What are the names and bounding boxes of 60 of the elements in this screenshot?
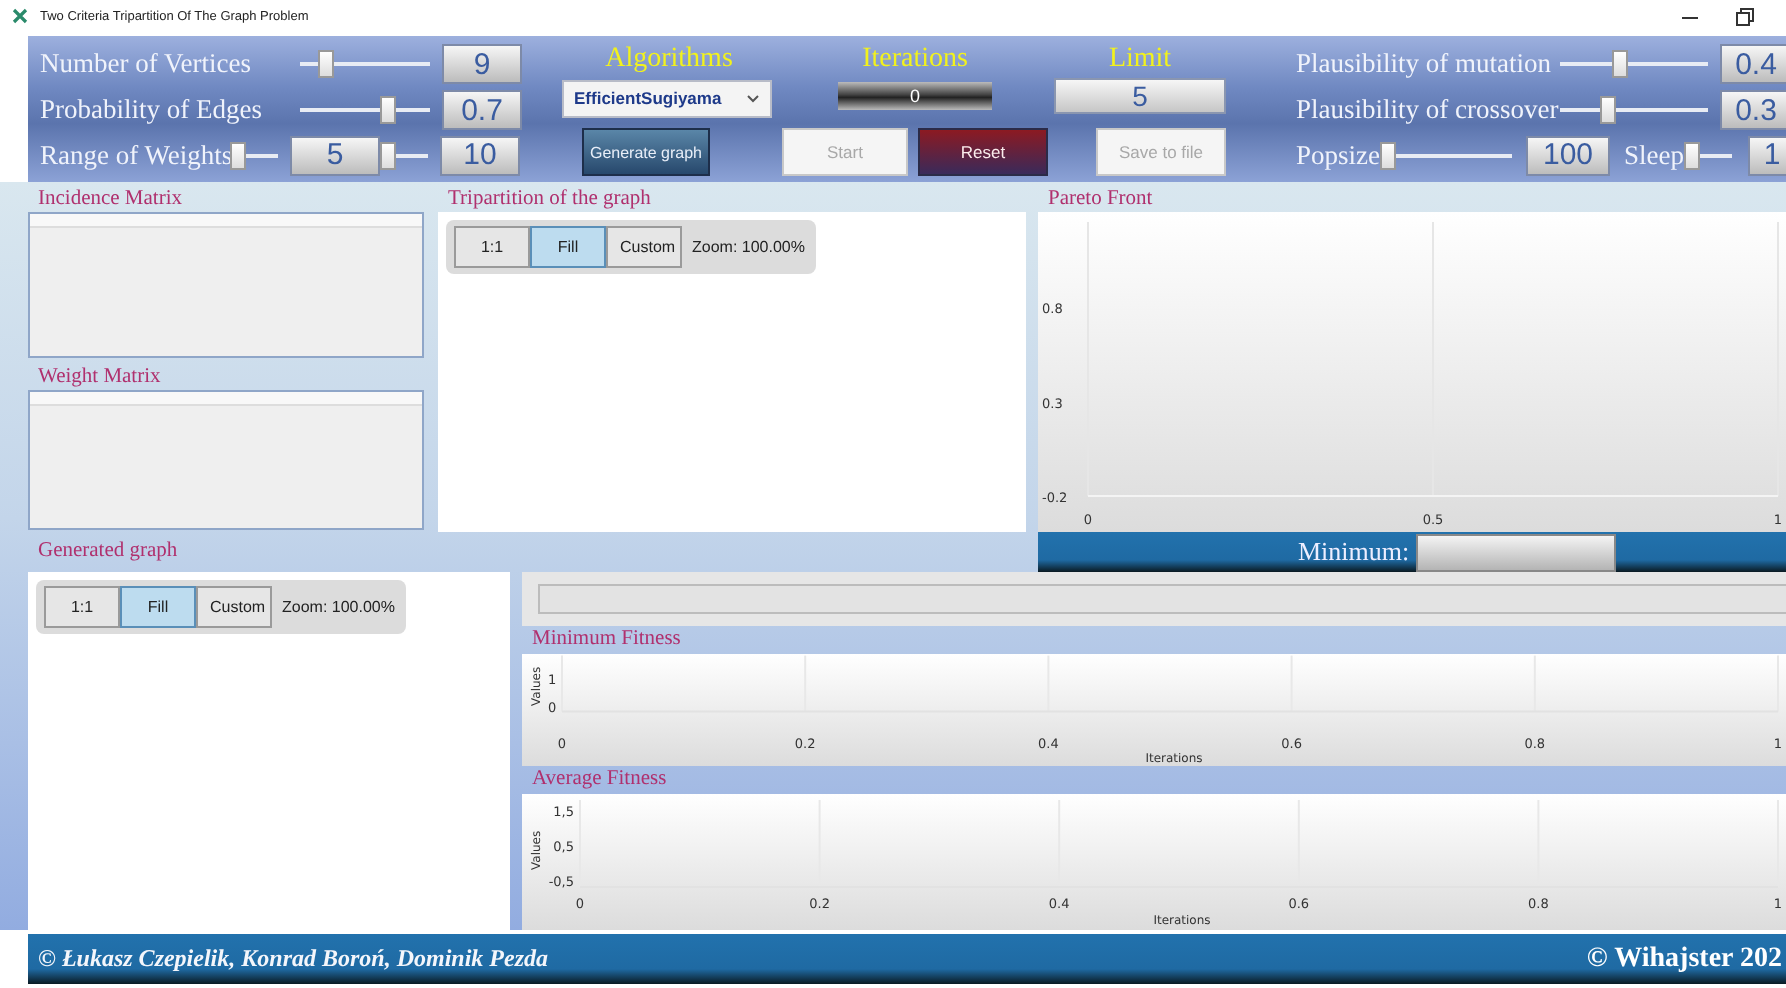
zoom-mode-button[interactable]: Fill — [120, 586, 196, 629]
section-heading: Iterations — [860, 43, 970, 76]
value-box: 9 — [442, 44, 522, 85]
section-title: Average Fitness — [530, 766, 669, 795]
section-title: Weight Matrix — [36, 366, 163, 391]
slider-thumb[interactable] — [230, 141, 246, 170]
slider[interactable] — [300, 96, 430, 125]
slider[interactable] — [300, 50, 430, 79]
slider[interactable] — [1560, 50, 1708, 79]
value-box: 100 — [1526, 135, 1610, 176]
value-box: 0.7 — [442, 90, 522, 131]
zoom-mode-button[interactable]: Fill — [530, 226, 606, 269]
section-heading: Limit — [1106, 43, 1174, 76]
parameter-label: Plausibility of crossover — [1296, 94, 1560, 127]
value-box: 5 — [290, 135, 380, 176]
authors-text: © Łukasz Czepielik, Konrad Boroń, Dominik Pezda — [38, 944, 548, 975]
section-title: Incidence Matrix — [36, 188, 185, 213]
parameter-label: Number of Vertices — [40, 48, 253, 81]
section-title: Generated graph — [36, 540, 180, 565]
zoom-mode-button[interactable]: Custom — [196, 586, 272, 629]
zoom-level: Zoom: 100.00% — [282, 598, 395, 617]
slider-thumb[interactable] — [1612, 50, 1629, 79]
slider[interactable] — [1684, 141, 1732, 170]
slider-thumb[interactable] — [1599, 96, 1616, 125]
limit-field[interactable]: 5 — [1054, 77, 1226, 114]
slider-thumb[interactable] — [317, 50, 334, 79]
parameter-label: Range of Weights — [40, 139, 230, 172]
chevron-down-icon — [746, 93, 760, 104]
section-heading: Algorithms — [603, 43, 735, 76]
app-icon — [12, 8, 28, 25]
slider-thumb[interactable] — [1684, 141, 1700, 170]
slider-thumb[interactable] — [379, 96, 396, 125]
iteration-counter: 0 — [838, 81, 992, 110]
zoom-mode-button[interactable]: Custom — [606, 226, 682, 269]
section-title: Pareto Front — [1046, 188, 1155, 213]
restore-icon[interactable] — [1736, 7, 1754, 26]
zoom-mode-button[interactable]: 1:1 — [44, 586, 120, 629]
slider[interactable] — [230, 141, 278, 170]
parameter-label: Popsize — [1296, 139, 1380, 172]
value-box: 0.4 — [1720, 44, 1786, 85]
value-box: 1 — [1748, 135, 1786, 176]
slider-thumb[interactable] — [380, 141, 396, 170]
brand-text: © Wihajster 202 — [1586, 943, 1782, 976]
section-title: Minimum Fitness — [530, 626, 683, 655]
section-title: Tripartition of the graph — [446, 188, 653, 213]
generate-graph-button[interactable]: Generate graph — [582, 128, 710, 177]
reset-button[interactable]: Reset — [918, 128, 1048, 177]
zoom-level: Zoom: 100.00% — [692, 238, 805, 257]
value-box: 10 — [440, 135, 520, 176]
parameter-label: Sleep — [1624, 139, 1684, 172]
minimum-label: Minimum: — [1298, 536, 1410, 569]
slider[interactable] — [1380, 141, 1512, 170]
slider[interactable] — [380, 141, 428, 170]
slider[interactable] — [1560, 96, 1708, 125]
slider-thumb[interactable] — [1380, 141, 1396, 170]
parameter-label: Plausibility of mutation — [1296, 48, 1553, 81]
algorithm-dropdown[interactable]: EfficientSugiyama — [562, 79, 772, 118]
zoom-mode-button[interactable]: 1:1 — [454, 226, 530, 269]
parameter-label: Probability of Edges — [40, 94, 264, 127]
value-box: 0.3 — [1720, 90, 1786, 131]
